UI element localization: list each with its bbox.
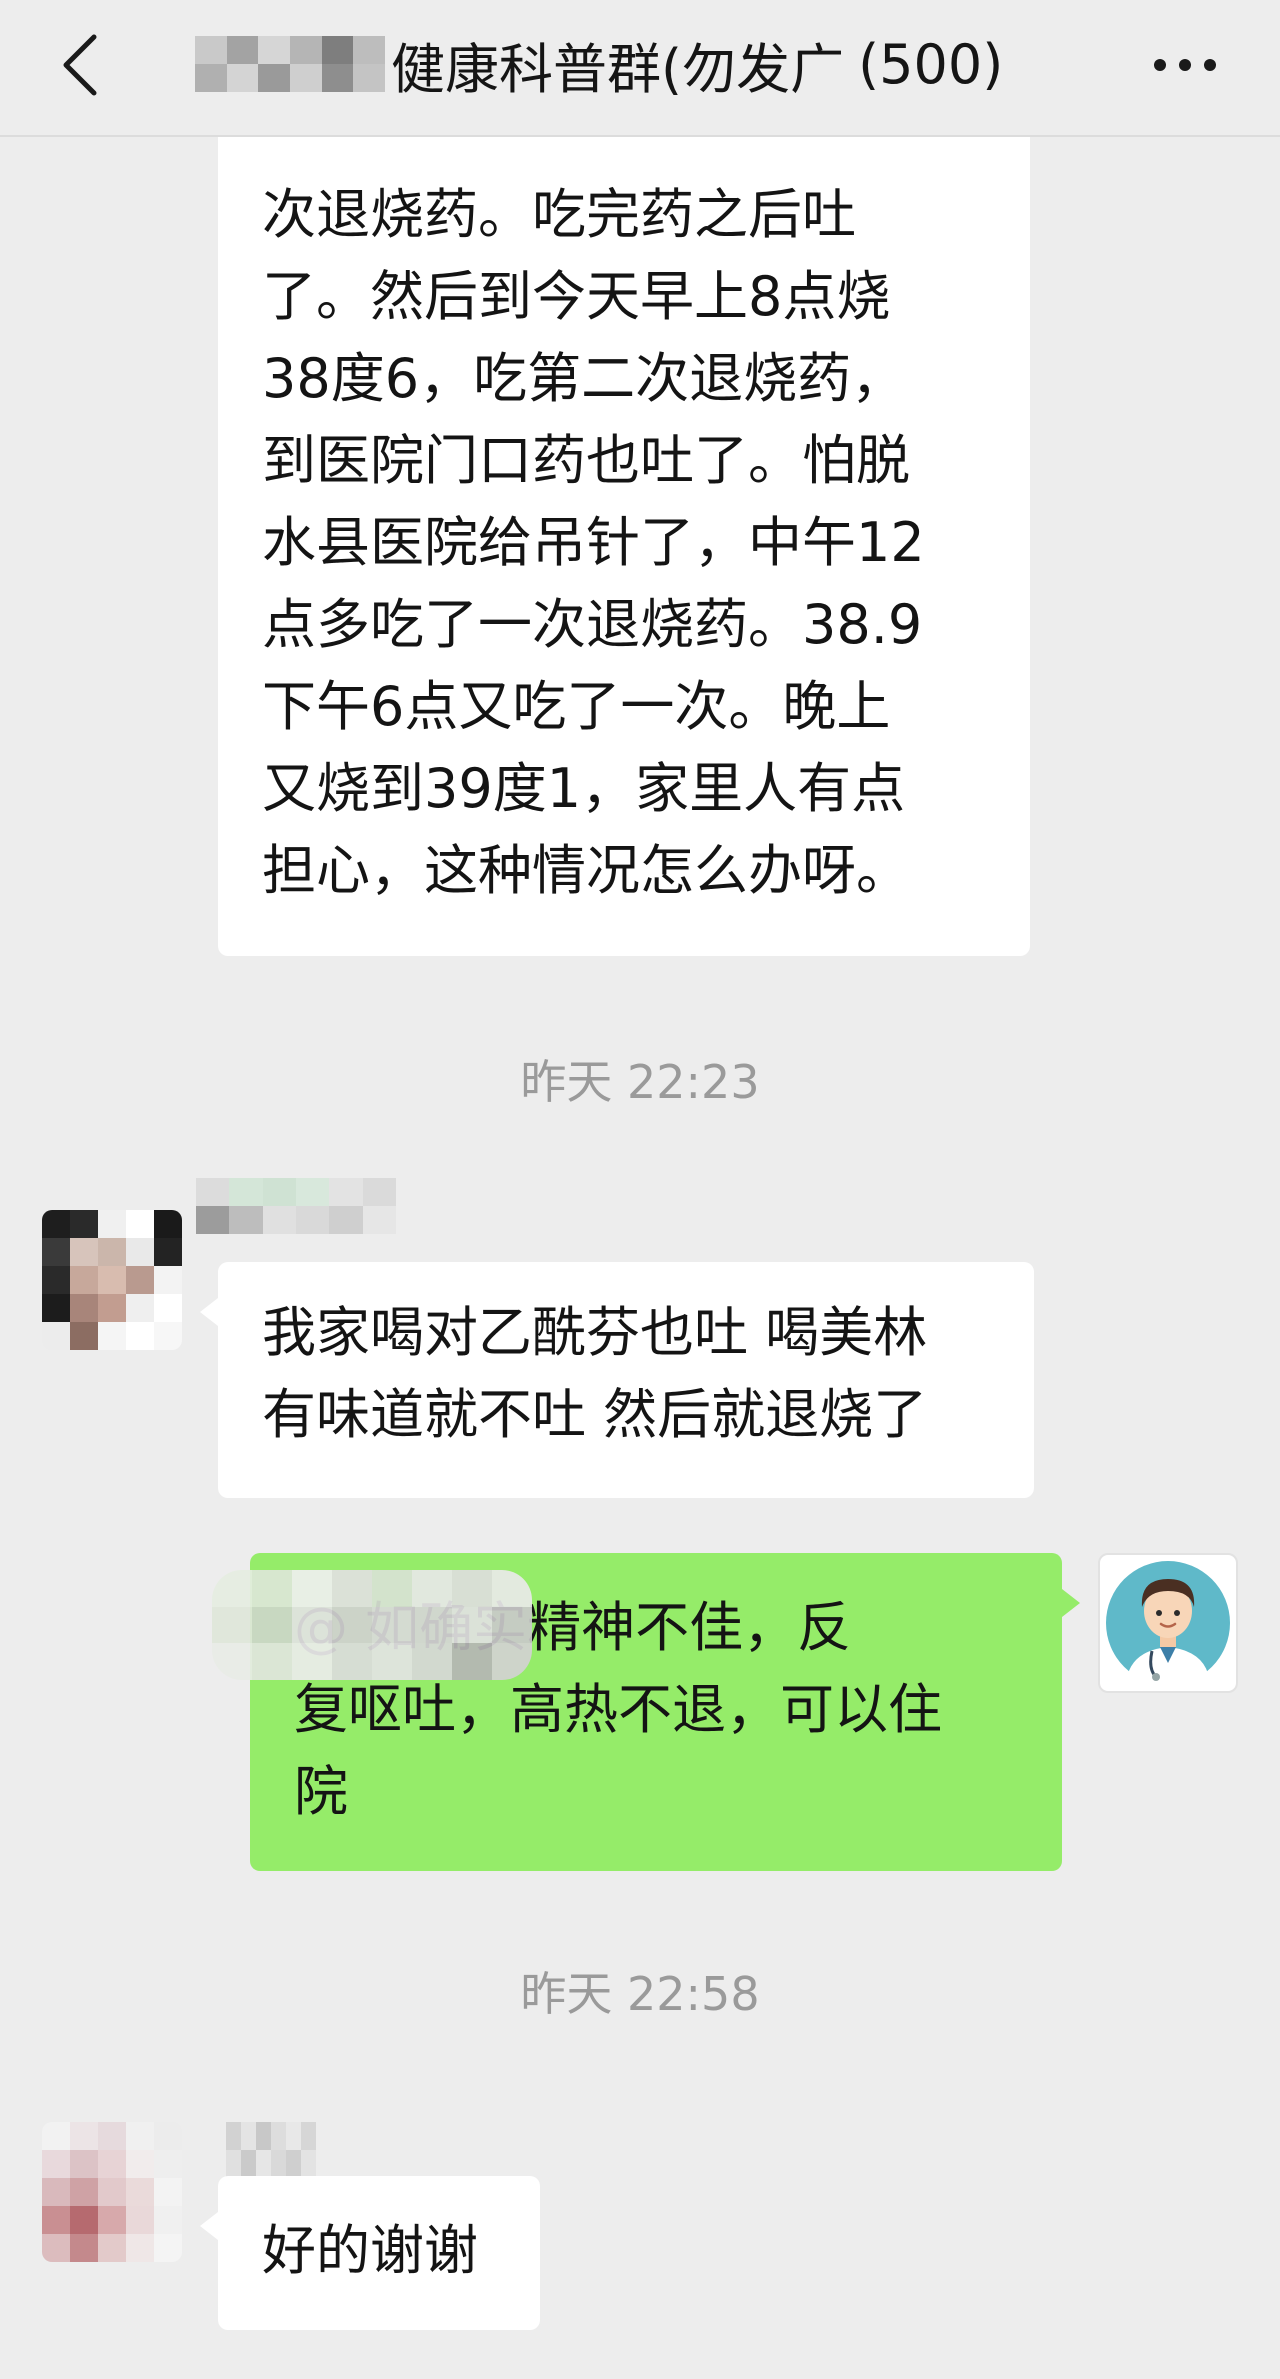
message-bubble[interactable]: 好的谢谢 [200, 2176, 540, 2330]
member-count: (500) [858, 32, 1004, 96]
message-line: 担心，这种情况怎么办呀。 [262, 839, 910, 902]
message-bubble[interactable]: 我家喝对乙酰芬也吐 喝美林 有味道就不吐 然后就退烧了 [200, 1262, 1034, 1498]
message-bubble-long[interactable]: 次退烧药。吃完药之后吐 了。然后到今天早上8点烧 38度6，吃第二次退烧药， 到… [218, 80, 1030, 956]
message-line: 次退烧药。吃完药之后吐 [262, 183, 856, 246]
blurred-group-name [195, 36, 385, 92]
avatar[interactable] [42, 2122, 182, 2262]
chevron-left-icon [63, 34, 97, 96]
group-name: 健康科普群(勿发广 [391, 37, 845, 101]
timestamp: 昨天 22:23 [520, 1055, 760, 1109]
timestamp: 昨天 22:58 [520, 1967, 760, 2021]
blurred-sender-name [196, 1178, 396, 1234]
message-line: 38度6，吃第二次退烧药， [262, 347, 906, 410]
avatar[interactable] [42, 1210, 182, 1350]
message-line: 了。然后到今天早上8点烧 [262, 265, 891, 328]
message-line: 我家喝对乙酰芬也吐 喝美林 [262, 1301, 928, 1364]
message-line: 又烧到39度1，家里人有点 [262, 757, 906, 820]
message-line: 下午6点又吃了一次。晚上 [262, 675, 891, 738]
blurred-mention [212, 1570, 532, 1680]
chat-title: 健康科普群(勿发广 (500) [195, 24, 1003, 104]
message-line: 点多吃了一次退烧药。38.9 [262, 593, 923, 656]
more-button[interactable] [1145, 40, 1225, 90]
message-line: 好的谢谢 [262, 2219, 478, 2282]
blurred-sender-name [226, 2122, 316, 2178]
message-line: 复呕吐，高热不退，可以住 [294, 1678, 942, 1741]
message-line: 水县医院给吊针了，中午12 [262, 511, 925, 574]
message-line: 有味道就不吐 然后就退烧了 [262, 1383, 928, 1446]
doctor-avatar[interactable] [1098, 1553, 1238, 1693]
message-line: 到医院门口药也吐了。怕脱 [262, 429, 910, 492]
more-dots-icon [1154, 59, 1216, 71]
back-button[interactable] [50, 30, 110, 100]
message-line: 院 [294, 1760, 348, 1823]
chat-header: 健康科普群(勿发广 (500) [0, 0, 1280, 137]
doctor-avatar-icon [1106, 1561, 1230, 1685]
